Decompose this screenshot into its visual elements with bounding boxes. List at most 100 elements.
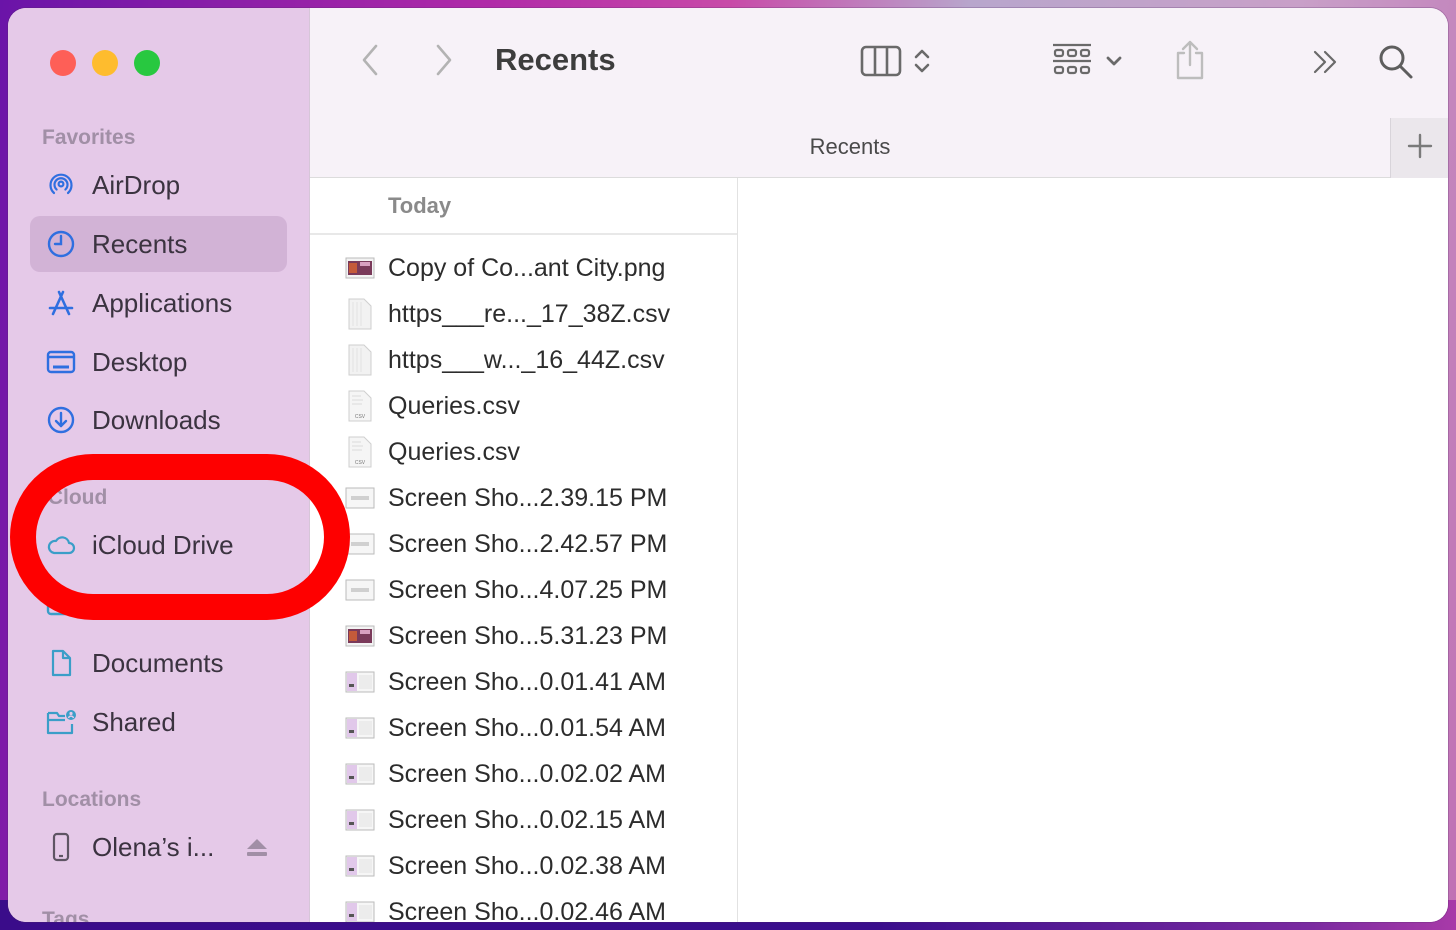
more-toolbar-button[interactable]: [1306, 44, 1346, 84]
download-icon: [44, 403, 78, 437]
sidebar-section-locations: Locations: [42, 788, 142, 811]
file-row[interactable]: CSV Queries.csv: [310, 383, 737, 429]
file-name: Screen Sho...0.02.38 AM: [388, 851, 666, 880]
file-screenshot-light-icon: [344, 482, 376, 514]
sidebar-item-label: Downloads: [92, 404, 221, 435]
svg-text:CSV: CSV: [355, 414, 366, 420]
file-name: https___re..._17_38Z.csv: [388, 299, 671, 328]
applications-icon: [44, 286, 78, 320]
file-row[interactable]: Screen Sho...5.31.23 PM: [310, 613, 737, 659]
file-name: Screen Sho...5.31.23 PM: [388, 621, 668, 650]
sidebar-section-tags: Tags: [42, 908, 90, 922]
file-row[interactable]: Screen Sho...0.02.15 AM: [310, 797, 737, 843]
clock-icon: [44, 227, 78, 261]
file-row[interactable]: Screen Sho...0.01.54 AM: [310, 705, 737, 751]
group-grid-icon: [1051, 42, 1093, 85]
window-title: Recents: [495, 42, 616, 77]
desktop-icon: [44, 587, 78, 621]
share-button[interactable]: [1168, 38, 1212, 86]
file-list: Copy of Co...ant City.png https___re..._…: [310, 245, 737, 922]
sidebar-item-label: iCloud Drive: [92, 529, 234, 560]
file-name: Screen Sho...0.01.54 AM: [388, 713, 666, 742]
file-row[interactable]: Screen Sho...2.42.57 PM: [310, 521, 737, 567]
file-name: Screen Sho...2.39.15 PM: [388, 483, 668, 512]
file-row[interactable]: https___w..._16_44Z.csv: [310, 337, 737, 383]
minimize-button[interactable]: [92, 50, 118, 76]
sidebar-item-iphone[interactable]: Olena’s i...: [30, 819, 287, 875]
sidebar-item-icloud-desktop[interactable]: Desktop: [30, 576, 287, 632]
file-name: Screen Sho...0.02.02 AM: [388, 759, 666, 788]
sidebar-item-documents[interactable]: Documents: [30, 635, 287, 691]
file-row[interactable]: Screen Sho...2.39.15 PM: [310, 475, 737, 521]
file-image-icon: [344, 620, 376, 652]
plus-icon: [1407, 133, 1433, 164]
file-sheet-icon: [344, 298, 376, 330]
sidebar-item-shared[interactable]: Shared: [30, 694, 287, 750]
group-header-today: Today: [310, 178, 737, 235]
file-screenshot-purple-icon: [344, 850, 376, 882]
sidebar-item-label: Desktop: [92, 346, 188, 377]
tab-recents[interactable]: Recents: [310, 116, 1390, 178]
file-row[interactable]: Screen Sho...0.02.46 AM: [310, 889, 737, 922]
file-sheet-icon: [344, 344, 376, 376]
file-screenshot-purple-icon: [344, 804, 376, 836]
sidebar-item-desktop[interactable]: Desktop: [30, 334, 287, 390]
content-area: Today Copy of Co...ant City.png https___…: [310, 178, 1448, 922]
sidebar-section-icloud: iCloud: [42, 486, 108, 509]
up-down-chevron-icon: [913, 46, 931, 81]
sidebar-item-icloud-drive[interactable]: iCloud Drive: [30, 517, 287, 573]
sidebar-item-label: Desktop: [92, 588, 188, 619]
chevron-left-icon: [358, 42, 382, 83]
eject-icon[interactable]: [245, 835, 269, 859]
sidebar-section-favorites: Favorites: [42, 126, 136, 149]
file-name: Screen Sho...4.07.25 PM: [388, 575, 668, 604]
file-row[interactable]: Screen Sho...4.07.25 PM: [310, 567, 737, 613]
preview-area: [739, 178, 1448, 922]
search-icon: [1377, 43, 1415, 86]
file-row[interactable]: https___re..._17_38Z.csv: [310, 291, 737, 337]
zoom-button[interactable]: [134, 50, 160, 76]
file-name: Screen Sho...0.02.46 AM: [388, 897, 666, 923]
sidebar-item-label: AirDrop: [92, 169, 181, 200]
finder-window: Favorites AirDrop Recents Applications D…: [8, 8, 1448, 922]
file-row[interactable]: Screen Sho...0.02.38 AM: [310, 843, 737, 889]
forward-button[interactable]: [424, 42, 464, 82]
close-button[interactable]: [50, 50, 76, 76]
desktop-icon: [44, 345, 78, 379]
file-name: https___w..._16_44Z.csv: [388, 345, 665, 374]
sidebar-item-label: Olena’s i...: [92, 831, 215, 862]
window-controls: [50, 50, 160, 76]
new-tab-button[interactable]: [1390, 118, 1448, 178]
file-screenshot-purple-icon: [344, 666, 376, 698]
back-button[interactable]: [350, 42, 390, 82]
double-chevron-icon: [1311, 48, 1341, 81]
file-screenshot-purple-icon: [344, 758, 376, 790]
file-name: Queries.csv: [388, 437, 520, 466]
file-row[interactable]: Screen Sho...0.01.41 AM: [310, 659, 737, 705]
sidebar-item-downloads[interactable]: Downloads: [30, 392, 287, 448]
svg-text:CSV: CSV: [355, 460, 366, 466]
file-row[interactable]: CSV Queries.csv: [310, 429, 737, 475]
file-name: Queries.csv: [388, 391, 520, 420]
document-icon: [44, 646, 78, 680]
file-screenshot-purple-icon: [344, 896, 376, 922]
file-row[interactable]: Copy of Co...ant City.png: [310, 245, 737, 291]
file-image-icon: [344, 252, 376, 284]
chevron-right-icon: [432, 42, 456, 83]
sidebar-item-label: Applications: [92, 287, 233, 318]
file-row[interactable]: Screen Sho...0.02.02 AM: [310, 751, 737, 797]
group-button[interactable]: [1042, 42, 1132, 84]
sidebar-item-airdrop[interactable]: AirDrop: [30, 157, 287, 213]
column-view-icon: [859, 44, 903, 83]
file-name: Screen Sho...0.01.41 AM: [388, 667, 666, 696]
sidebar-item-recents[interactable]: Recents: [30, 216, 287, 272]
search-button[interactable]: [1374, 42, 1418, 86]
sidebar: Favorites AirDrop Recents Applications D…: [8, 8, 310, 922]
view-options-button[interactable]: [850, 42, 940, 84]
file-screenshot-light-icon: [344, 574, 376, 606]
sidebar-item-label: Recents: [92, 228, 188, 259]
share-icon: [1173, 39, 1207, 86]
iphone-icon: [44, 830, 78, 864]
file-screenshot-purple-icon: [344, 712, 376, 744]
sidebar-item-applications[interactable]: Applications: [30, 275, 287, 331]
